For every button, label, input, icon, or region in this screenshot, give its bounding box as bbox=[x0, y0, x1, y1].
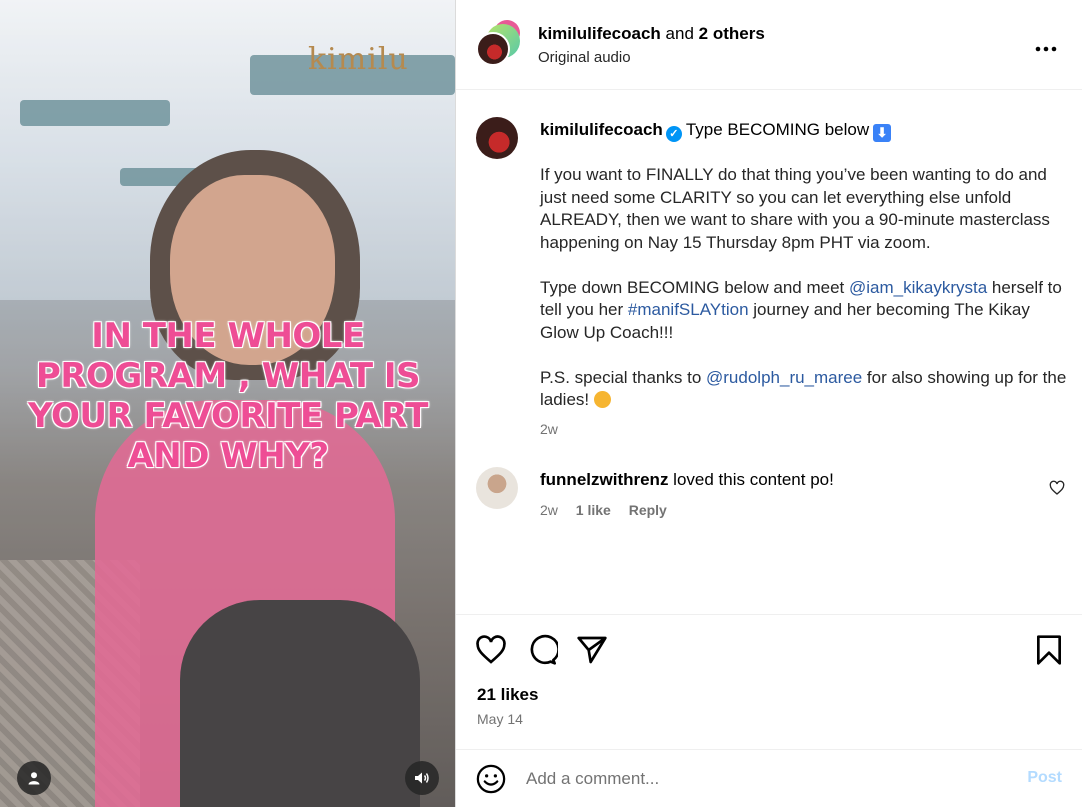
likes-count[interactable]: 21 likes bbox=[477, 685, 538, 705]
down-arrow-emoji-icon: ⬇ bbox=[873, 124, 892, 142]
speaker-icon bbox=[415, 772, 429, 784]
brand-watermark: kimilu bbox=[308, 42, 409, 77]
comment-input[interactable] bbox=[526, 766, 996, 792]
caption-text: If you want to FINALLY do that thing you… bbox=[540, 164, 1068, 434]
comment-composer: Post bbox=[456, 749, 1082, 807]
post-details-panel: kimilulifecoach and 2 others Original au… bbox=[455, 0, 1082, 807]
caption-paragraph: P.S. special thanks to @rudolph_ru_maree… bbox=[540, 367, 1067, 410]
post-video[interactable]: kimilu IN THE WHOLE PROGRAM , WHAT IS YO… bbox=[0, 0, 455, 807]
audio-link[interactable]: Original audio bbox=[538, 49, 631, 66]
save-bookmark-icon[interactable] bbox=[1033, 634, 1065, 666]
author-avatar[interactable] bbox=[476, 32, 510, 66]
tagged-users-button[interactable] bbox=[17, 761, 51, 795]
caption-timestamp[interactable]: 2w bbox=[540, 421, 558, 437]
post-date[interactable]: May 14 bbox=[477, 711, 523, 727]
caption-username-link[interactable]: kimilulifecoach bbox=[540, 120, 663, 139]
caption-paragraph: Type down BECOMING below and meet @iam_k… bbox=[540, 277, 1062, 342]
post-comment-button[interactable]: Post bbox=[1027, 769, 1062, 787]
hashtag-link[interactable]: #manifSLAYtion bbox=[628, 300, 749, 319]
comment-meta: 2w 1 like Reply bbox=[540, 502, 681, 518]
more-options-button[interactable] bbox=[1035, 35, 1057, 55]
post-actions: 21 likes May 14 bbox=[456, 614, 1082, 749]
caption-first-line: Type BECOMING below bbox=[685, 120, 870, 139]
caption-author-avatar[interactable] bbox=[476, 117, 518, 159]
post-header: kimilulifecoach and 2 others Original au… bbox=[456, 0, 1082, 90]
more-icon bbox=[1035, 46, 1057, 52]
comment-likes-link[interactable]: 1 like bbox=[576, 502, 611, 518]
like-heart-icon[interactable] bbox=[475, 634, 507, 666]
comment-like-heart-icon[interactable] bbox=[1049, 480, 1065, 496]
reply-button[interactable]: Reply bbox=[629, 502, 667, 518]
commenter-username-link[interactable]: funnelzwithrenz bbox=[540, 470, 668, 489]
verified-badge-icon: ✓ bbox=[665, 126, 682, 142]
comment-timestamp[interactable]: 2w bbox=[540, 502, 558, 518]
share-paper-plane-icon[interactable] bbox=[576, 634, 608, 666]
others-link[interactable]: 2 others bbox=[699, 24, 765, 43]
audio-toggle-button[interactable] bbox=[405, 761, 439, 795]
kiss-face-emoji-icon bbox=[593, 391, 611, 408]
video-overlay-text: IN THE WHOLE PROGRAM , WHAT IS YOUR FAVO… bbox=[28, 316, 428, 476]
mention-link[interactable]: @rudolph_ru_maree bbox=[706, 368, 862, 387]
post-author-names: kimilulifecoach and 2 others bbox=[538, 24, 765, 43]
caption-paragraph: If you want to FINALLY do that thing you… bbox=[540, 165, 1050, 252]
user-icon bbox=[28, 772, 40, 785]
author-username-link[interactable]: kimilulifecoach bbox=[538, 24, 661, 43]
comments-section[interactable]: kimilulifecoach ✓ Type BECOMING below ⬇ If … bbox=[456, 91, 1082, 614]
caption-header: kimilulifecoach ✓ Type BECOMING below ⬇ bbox=[540, 120, 892, 142]
mention-link[interactable]: @iam_kikaykrysta bbox=[849, 278, 987, 297]
commenter-avatar[interactable] bbox=[476, 467, 518, 509]
comment-text: funnelzwithrenz loved this content po! bbox=[540, 470, 834, 489]
emoji-smiley-icon[interactable] bbox=[476, 764, 506, 794]
comment-bubble-icon[interactable] bbox=[526, 634, 558, 666]
